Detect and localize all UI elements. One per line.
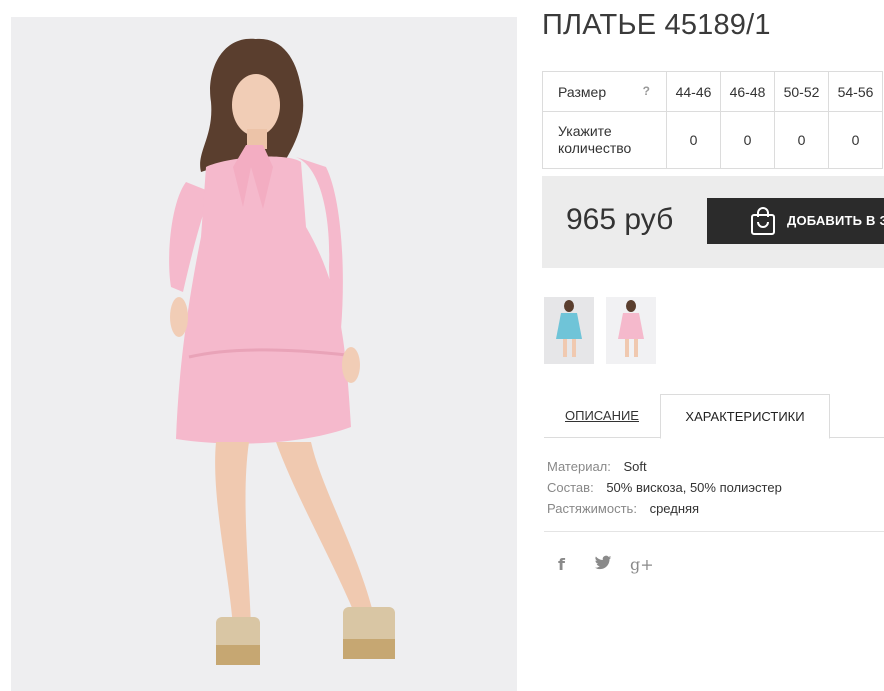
quantity-input[interactable]: 0 bbox=[828, 111, 883, 169]
shopping-bag-icon bbox=[751, 207, 775, 235]
size-cell: 50-52 bbox=[774, 71, 829, 112]
characteristics-list: Материал: Soft Состав: 50% вискоза, 50% … bbox=[547, 456, 782, 519]
spec-row-composition: Состав: 50% вискоза, 50% полиэстер bbox=[547, 477, 782, 498]
product-title: ПЛАТЬЕ 45189/1 bbox=[542, 9, 771, 41]
price-value: 965 руб bbox=[566, 203, 674, 236]
spec-key: Материал: bbox=[547, 459, 611, 474]
size-cell: 44-46 bbox=[666, 71, 721, 112]
pink-dress-thumbnail[interactable] bbox=[606, 297, 656, 364]
blue-dress-thumbnail[interactable] bbox=[544, 297, 594, 364]
twitter-icon[interactable] bbox=[594, 555, 614, 575]
quantity-input[interactable]: 0 bbox=[666, 111, 721, 169]
price-panel: 965 руб ДОБАВИТЬ В ЗАКАЗ bbox=[542, 176, 884, 268]
facebook-icon[interactable]: f bbox=[558, 555, 578, 575]
add-to-order-label: ДОБАВИТЬ В ЗАКАЗ bbox=[787, 213, 884, 228]
blue-dress-image bbox=[544, 297, 594, 364]
spec-key: Растяжимость: bbox=[547, 501, 637, 516]
dress-model-illustration bbox=[11, 17, 517, 691]
size-cell: 54-56 bbox=[828, 71, 883, 112]
size-quantity-table: Размер ? 44-46 46-48 50-52 54-56 Укажите… bbox=[542, 71, 883, 169]
spec-value: Soft bbox=[623, 459, 647, 474]
size-cell: 46-48 bbox=[720, 71, 775, 112]
size-row-label: Размер ? bbox=[542, 71, 667, 112]
facebook-glyph: f bbox=[558, 555, 565, 574]
quantity-input[interactable]: 0 bbox=[720, 111, 775, 169]
quantity-row-label: Укажите количество bbox=[542, 111, 667, 169]
pink-dress-image bbox=[606, 297, 656, 364]
spec-row-material: Материал: Soft bbox=[547, 456, 782, 477]
google-plus-icon[interactable]: g+ bbox=[630, 555, 654, 575]
main-product-image[interactable] bbox=[11, 17, 517, 691]
add-to-order-button[interactable]: ДОБАВИТЬ В ЗАКАЗ bbox=[707, 198, 884, 244]
spec-key: Состав: bbox=[547, 480, 594, 495]
size-help-icon[interactable]: ? bbox=[643, 84, 650, 98]
spec-row-stretch: Растяжимость: средняя bbox=[547, 498, 782, 519]
spec-value: средняя bbox=[649, 501, 700, 516]
twitter-glyph bbox=[594, 555, 612, 570]
tab-characteristics[interactable]: ХАРАКТЕРИСТИКИ bbox=[660, 394, 830, 439]
tab-description[interactable]: ОПИСАНИЕ bbox=[544, 394, 660, 437]
google-plus-glyph: g+ bbox=[630, 555, 654, 574]
spec-value: 50% вискоза, 50% полиэстер bbox=[606, 480, 782, 495]
divider bbox=[544, 531, 884, 532]
quantity-input[interactable]: 0 bbox=[774, 111, 829, 169]
size-label: Размер bbox=[558, 83, 607, 100]
